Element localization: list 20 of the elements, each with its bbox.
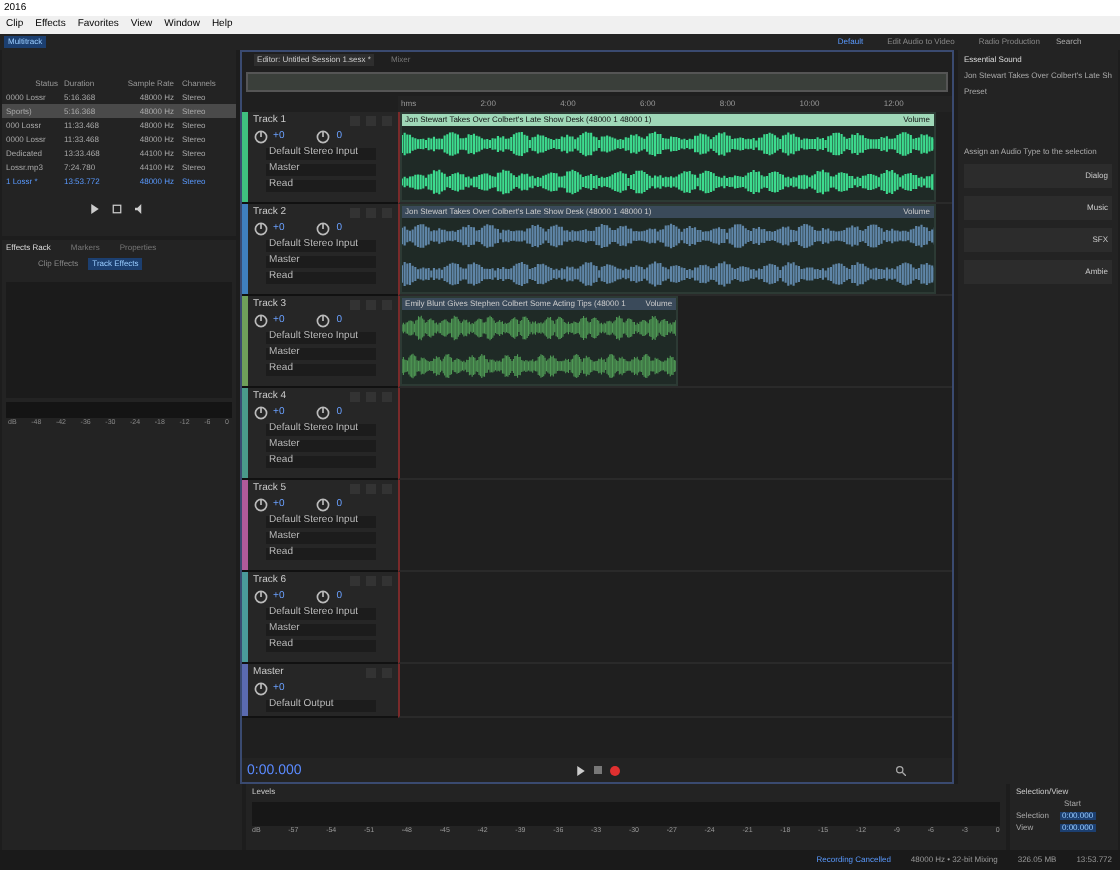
- knob-icon[interactable]: [316, 590, 331, 604]
- knob-icon[interactable]: [316, 130, 331, 144]
- knob-icon[interactable]: [253, 222, 268, 236]
- knob-icon[interactable]: [253, 406, 268, 420]
- knob-icon[interactable]: [316, 406, 331, 420]
- knob-icon[interactable]: [253, 130, 268, 144]
- knob-icon[interactable]: [316, 498, 331, 512]
- play-icon[interactable]: [576, 765, 587, 775]
- loop-icon[interactable]: [112, 204, 123, 214]
- play-icon[interactable]: [90, 204, 101, 214]
- knob-icon[interactable]: [253, 590, 268, 604]
- knob-icon[interactable]: [253, 498, 268, 512]
- zoom-icon[interactable]: [895, 765, 906, 775]
- knob-icon[interactable]: [316, 222, 331, 236]
- knob-icon[interactable]: [253, 682, 268, 696]
- record-icon[interactable]: [610, 765, 621, 775]
- knob-icon[interactable]: [316, 314, 331, 328]
- knob-icon[interactable]: [253, 314, 268, 328]
- stop-icon[interactable]: [594, 766, 603, 774]
- speaker-icon[interactable]: [134, 204, 147, 214]
